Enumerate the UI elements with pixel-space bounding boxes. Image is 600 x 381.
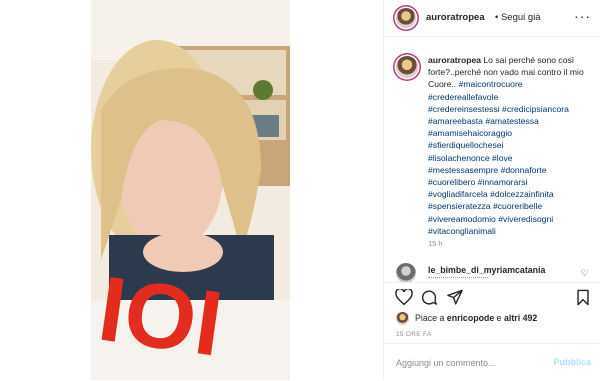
hashtag[interactable]: #credereinsestessi #credicipsiancora (428, 103, 594, 115)
hashtag[interactable]: #lisolachenonce #love (428, 152, 594, 164)
likes-avatar[interactable] (396, 312, 409, 325)
post-timestamp[interactable]: 15 ORE FA (396, 331, 432, 338)
post-caption: auroratropea Lo sai perché sono così for… (428, 54, 594, 237)
caption-username[interactable]: auroratropea (428, 55, 481, 65)
follow-status[interactable]: • Segui già (495, 12, 541, 23)
likes-prefix: Piace a (415, 313, 445, 323)
action-bar (384, 282, 600, 313)
post-header: auroratropea • Segui già ··· (384, 0, 600, 37)
heart-icon[interactable] (395, 288, 413, 310)
hashtag[interactable]: #vitaconglianimali (428, 225, 594, 237)
hashtag[interactable]: #amamisehaicoraggio (428, 127, 594, 139)
caption-time: 15 h (428, 239, 443, 248)
hashtag[interactable]: #credereallefavole (428, 91, 594, 103)
photo-letters: IOI (93, 258, 229, 376)
follow-label[interactable]: Segui già (501, 12, 541, 23)
comment-icon[interactable] (420, 289, 438, 311)
share-icon[interactable] (446, 289, 464, 311)
likes-user[interactable]: enricopode (447, 313, 494, 323)
avatar[interactable] (396, 8, 416, 28)
comment-text-truncated (428, 277, 488, 281)
caption-avatar[interactable] (396, 56, 418, 78)
more-options-icon[interactable]: ··· (574, 8, 591, 24)
post-photo[interactable]: IOI (91, 0, 290, 380)
hashtag[interactable]: #spensieratezza #cuoreribelle (428, 200, 594, 212)
hashtag[interactable]: #mestessasempre #donnaforte (428, 164, 594, 176)
likes-others[interactable]: altri 492 (504, 313, 537, 323)
hashtag[interactable]: #vogliadifarcela #dolcezzainfinita (428, 188, 594, 200)
publish-button[interactable]: Pubblica (553, 357, 591, 367)
comment-avatar[interactable] (396, 263, 416, 283)
add-comment-row: Pubblica (384, 343, 600, 381)
hashtag[interactable]: #maicontrocuore (459, 79, 523, 89)
likes-middle: e (496, 313, 502, 323)
post-side-panel: auroratropea • Segui già ··· auroratrope… (383, 0, 600, 380)
hashtag[interactable]: #sfierdiquellochesei (428, 139, 594, 151)
post-username[interactable]: auroratropea (426, 12, 485, 23)
comment-username[interactable]: le_bimbe_di_myriamcatania (428, 265, 545, 275)
hashtag[interactable]: #amareebasta #amatestessa (428, 115, 594, 127)
comment-like-icon[interactable]: ♡ (581, 268, 589, 279)
bookmark-icon[interactable] (576, 289, 590, 311)
hashtag[interactable]: #cuorelibero #innamorarsi (428, 176, 594, 188)
likes-summary: Piace a enricopode e altri 492 (415, 313, 537, 323)
hashtag[interactable]: #vivereamodomio #viveredisogni (428, 213, 594, 225)
photo-illustration: IOI (91, 0, 290, 380)
comment-input[interactable] (396, 356, 536, 370)
